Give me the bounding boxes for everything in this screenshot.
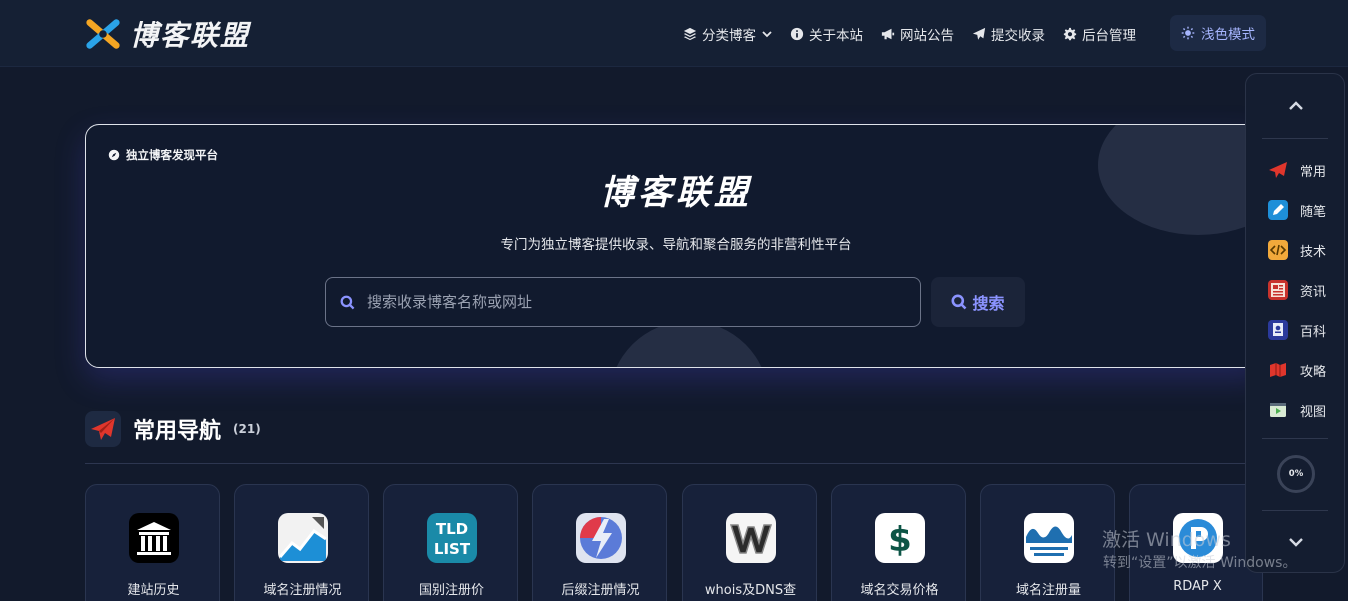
compass-icon: [108, 149, 120, 161]
search-icon: [340, 295, 355, 309]
search-input[interactable]: [367, 282, 907, 322]
megaphone-icon: [881, 28, 895, 40]
nav-label: 关于本站: [809, 28, 863, 44]
side-item-views[interactable]: 视图: [1268, 398, 1326, 422]
search-button-label: 搜索: [972, 294, 1005, 313]
search-icon: [951, 294, 967, 310]
wave-icon: [1024, 513, 1074, 563]
scroll-progress-indicator: 0%: [1277, 455, 1315, 493]
logo-icon: [86, 19, 120, 49]
side-item-common[interactable]: 常用: [1268, 158, 1326, 182]
section-divider: [85, 463, 1265, 464]
logo-text: 博客联盟: [130, 19, 251, 52]
decorative-circle: [609, 321, 769, 367]
card-label: whois及DNS查: [704, 583, 797, 598]
hero-title: 博客联盟: [600, 173, 752, 213]
top-header: 博客联盟 分类博客 关于本站 网站公告 提交收录 后台管理 浅色模式: [0, 0, 1348, 67]
divider: [1262, 510, 1328, 511]
side-item-label: 常用: [1300, 164, 1327, 180]
svg-text:TLD: TLD: [436, 520, 468, 538]
layers-icon: [683, 27, 697, 41]
card-label: 域名交易价格: [860, 583, 939, 598]
nav-item-submit[interactable]: 提交收录: [972, 22, 1045, 46]
book-icon: [1268, 320, 1288, 340]
side-quick-nav: 常用 随笔 技术 资讯 百科 攻略 视图 0%: [1245, 73, 1345, 573]
divider: [1262, 438, 1328, 439]
side-item-guides[interactable]: 攻略: [1268, 358, 1326, 382]
side-item-label: 视图: [1300, 404, 1327, 420]
hero-panel: 独立博客发现平台 博客联盟 专门为独立博客提供收录、导航和聚合服务的非营利性平台…: [85, 124, 1265, 368]
nav-card[interactable]: whois及DNS查: [682, 484, 817, 601]
paper-plane-icon: [91, 418, 115, 440]
scroll-up-button[interactable]: [1246, 86, 1346, 126]
card-label: 域名注册量: [1015, 583, 1081, 598]
w-icon: [726, 513, 776, 563]
nav-item-categories[interactable]: 分类博客: [683, 22, 772, 46]
main-nav: 分类博客 关于本站 网站公告 提交收录 后台管理: [683, 22, 1154, 46]
nav-card[interactable]: 域名注册量: [980, 484, 1115, 601]
hero-subtitle: 专门为独立博客提供收录、导航和聚合服务的非营利性平台: [500, 237, 852, 253]
newspaper-icon: [1268, 280, 1288, 300]
section-icon: [85, 411, 121, 447]
info-circle-icon: [790, 27, 804, 41]
museum-icon: [129, 513, 179, 563]
activation-watermark-title: 激活 Windows: [1102, 529, 1231, 551]
nav-card[interactable]: 后缀注册情况: [532, 484, 667, 601]
section-count: (21): [233, 422, 261, 436]
light-mode-button[interactable]: 浅色模式: [1170, 15, 1266, 51]
nav-item-announcements[interactable]: 网站公告: [881, 22, 954, 46]
side-item-wiki[interactable]: 百科: [1268, 318, 1326, 342]
side-item-label: 资讯: [1300, 284, 1327, 300]
card-label: 后缀注册情况: [561, 583, 640, 598]
nav-label: 提交收录: [991, 28, 1045, 44]
nav-item-about[interactable]: 关于本站: [790, 22, 863, 46]
side-item-label: 攻略: [1300, 364, 1327, 380]
nav-card[interactable]: 域名注册情况: [234, 484, 369, 601]
chevron-up-icon: [1289, 101, 1303, 110]
tld-list-icon: TLD LIST: [427, 513, 477, 563]
card-label: RDAP X: [1173, 579, 1222, 594]
hero-badge-label: 独立博客发现平台: [126, 148, 218, 162]
sun-icon: [1181, 26, 1195, 40]
nav-card[interactable]: $ 域名交易价格: [831, 484, 966, 601]
site-logo[interactable]: 博客联盟: [84, 14, 250, 54]
activation-watermark-subtitle: 转到“设置”以激活 Windows。: [1103, 555, 1297, 571]
pen-icon: [1268, 200, 1288, 220]
side-item-tech[interactable]: 技术: [1268, 238, 1326, 262]
chevron-down-icon: [762, 31, 772, 38]
nav-card[interactable]: TLD LIST 国别注册价: [383, 484, 518, 601]
code-icon: [1268, 240, 1288, 260]
search-button[interactable]: 搜索: [931, 277, 1025, 327]
video-icon: [1268, 400, 1288, 420]
svg-text:LIST: LIST: [434, 540, 471, 558]
nav-label: 网站公告: [900, 28, 954, 44]
flash-icon: [576, 513, 626, 563]
hero-badge: 独立博客发现平台: [108, 147, 218, 163]
side-item-label: 随笔: [1300, 204, 1327, 220]
side-item-label: 技术: [1300, 244, 1327, 260]
nav-card[interactable]: 建站历史: [85, 484, 220, 601]
side-item-news[interactable]: 资讯: [1268, 278, 1326, 302]
dollar-icon: $: [875, 513, 925, 563]
paper-plane-icon: [972, 27, 986, 40]
gear-icon: [1063, 27, 1077, 41]
nav-item-admin[interactable]: 后台管理: [1063, 22, 1136, 46]
nav-label: 分类博客: [702, 28, 756, 44]
side-item-essays[interactable]: 随笔: [1268, 198, 1326, 222]
nav-label: 后台管理: [1082, 28, 1136, 44]
section-header: 常用导航 (21): [85, 411, 261, 447]
map-icon: [1268, 360, 1288, 380]
search-box: [325, 277, 921, 327]
card-label: 国别注册价: [418, 583, 484, 598]
chart-icon: [278, 513, 328, 563]
paper-plane-icon: [1268, 160, 1288, 180]
mode-label: 浅色模式: [1201, 27, 1255, 43]
svg-text:$: $: [888, 520, 912, 560]
card-label: 域名注册情况: [263, 583, 342, 598]
section-title: 常用导航: [133, 419, 222, 444]
card-label: 建站历史: [127, 583, 180, 598]
side-item-label: 百科: [1300, 324, 1327, 340]
divider: [1262, 138, 1328, 139]
chevron-down-icon: [1289, 538, 1303, 547]
